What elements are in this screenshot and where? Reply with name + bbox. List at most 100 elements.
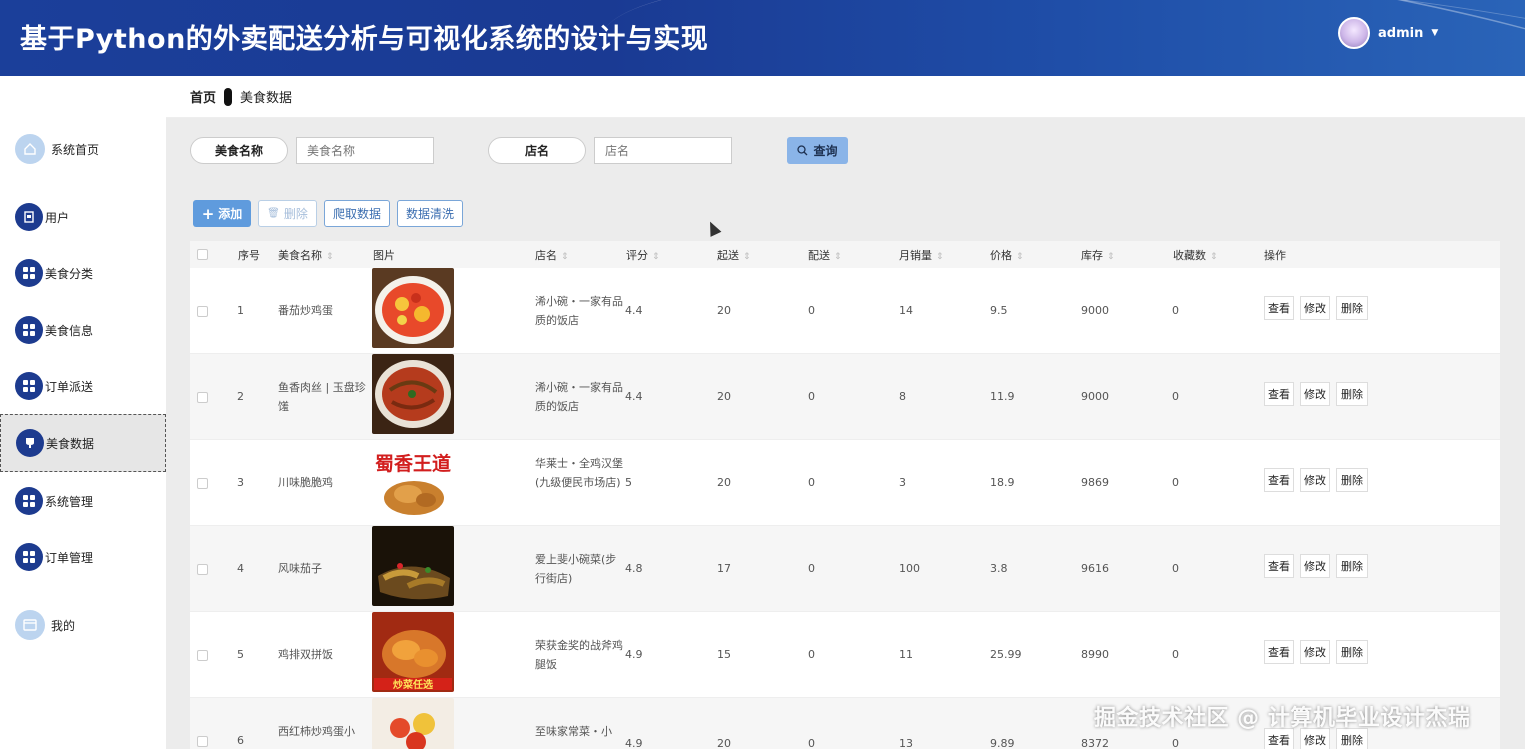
row-checkbox[interactable] (197, 478, 208, 489)
dish-image (372, 698, 454, 749)
row-checkbox[interactable] (197, 306, 208, 317)
header-index: 序号 (238, 249, 260, 262)
row-monthly-sales: 11 (899, 648, 913, 661)
sort-icon: ⇕ (1107, 252, 1115, 262)
edit-button[interactable]: 修改 (1300, 296, 1330, 320)
shop-name-label: 店名 (488, 137, 586, 164)
sidebar-item-system-management[interactable]: 系统管理 (0, 473, 166, 529)
edit-button[interactable]: 修改 (1300, 554, 1330, 578)
delete-row-button[interactable]: 删除 (1336, 554, 1368, 578)
row-food-name: 鸡排双拼饭 (278, 648, 333, 661)
sidebar-item-food-data[interactable]: 美食数据 (0, 414, 166, 472)
header-delivery[interactable]: 配送 ⇕ (808, 247, 842, 263)
sidebar-item-order-dispatch[interactable]: 订单派送 (0, 358, 166, 414)
edit-button[interactable]: 修改 (1300, 640, 1330, 664)
sidebar-item-food-category[interactable]: 美食分类 (0, 245, 166, 301)
edit-button[interactable]: 修改 (1300, 382, 1330, 406)
row-min-order: 20 (717, 476, 731, 489)
sidebar-item-food-info[interactable]: 美食信息 (0, 302, 166, 358)
home-icon (15, 134, 45, 164)
food-name-input[interactable] (296, 137, 434, 164)
row-rating: 4.9 (625, 737, 643, 749)
row-shop-name: 爱上斐小碗菜(步行街店) (535, 553, 617, 585)
sidebar-item-label: 系统管理 (45, 494, 94, 509)
main-content: 美食名称 店名 查询 + 添加 🗑 删除 爬取数据 数据清洗 序号 美食名称⇕ … (166, 118, 1525, 749)
sidebar-item-home[interactable]: 系统首页 (0, 121, 166, 177)
dish-image: 炒菜任选 (372, 612, 454, 692)
header-monthly-sales[interactable]: 月销量 ⇕ (899, 247, 944, 263)
sidebar-item-mine[interactable]: 我的 (0, 597, 166, 653)
header-min-order[interactable]: 起送 ⇕ (717, 247, 751, 263)
user-menu[interactable]: admin ▼ (1338, 17, 1438, 49)
sort-icon: ⇕ (326, 252, 334, 262)
sort-icon: ⇕ (561, 252, 569, 262)
row-monthly-sales: 8 (899, 390, 906, 403)
row-favorites: 0 (1172, 562, 1179, 575)
crawl-data-button[interactable]: 爬取数据 (324, 200, 390, 227)
sidebar-item-label: 订单管理 (45, 550, 94, 565)
clean-data-button[interactable]: 数据清洗 (397, 200, 463, 227)
delete-label: 删除 (283, 207, 308, 221)
shop-name-input[interactable] (594, 137, 732, 164)
row-checkbox[interactable] (197, 392, 208, 403)
row-price: 18.9 (990, 476, 1015, 489)
sidebar-item-label: 美食分类 (45, 266, 94, 281)
row-index: 3 (237, 476, 244, 489)
row-favorites: 0 (1172, 390, 1179, 403)
row-shop-name: 浠小碗・一家有品质的饭店 (535, 381, 623, 413)
cup-icon (16, 429, 44, 457)
avatar[interactable] (1338, 17, 1370, 49)
row-stock: 9000 (1081, 390, 1109, 403)
header-price[interactable]: 价格 ⇕ (990, 247, 1024, 263)
header-image: 图片 (373, 249, 395, 262)
search-icon (797, 145, 808, 156)
row-monthly-sales: 13 (899, 737, 913, 749)
select-all-checkbox[interactable] (197, 249, 208, 260)
food-name-label: 美食名称 (190, 137, 288, 164)
row-min-order: 20 (717, 737, 731, 749)
row-index: 1 (237, 304, 244, 317)
edit-button[interactable]: 修改 (1300, 468, 1330, 492)
caret-down-icon[interactable]: ▼ (1431, 28, 1438, 38)
sidebar-item-users[interactable]: 用户 (0, 189, 166, 245)
breadcrumb-home[interactable]: 首页 (190, 87, 216, 106)
row-checkbox[interactable] (197, 650, 208, 661)
view-button[interactable]: 查看 (1264, 296, 1294, 320)
sort-icon: ⇕ (652, 252, 660, 262)
table-row: 3 川味脆脆鸡 蜀香王道 华莱士・全鸡汉堡(九级便民市场店) 5 20 0 3 … (190, 440, 1500, 526)
row-shop-name: 浠小碗・一家有品质的饭店 (535, 295, 623, 327)
query-button[interactable]: 查询 (787, 137, 848, 164)
add-button[interactable]: + 添加 (193, 200, 251, 227)
header-stock[interactable]: 库存 ⇕ (1081, 247, 1115, 263)
delete-row-button[interactable]: 删除 (1336, 296, 1368, 320)
view-button[interactable]: 查看 (1264, 382, 1294, 406)
row-stock: 9000 (1081, 304, 1109, 317)
row-delivery: 0 (808, 562, 815, 575)
row-checkbox[interactable] (197, 736, 208, 747)
row-min-order: 15 (717, 648, 731, 661)
row-stock: 8372 (1081, 737, 1109, 749)
user-badge-icon (15, 203, 43, 231)
header-rating[interactable]: 评分 ⇕ (626, 247, 660, 263)
sidebar-item-label: 订单派送 (45, 379, 94, 394)
header-name[interactable]: 美食名称 ⇕ (278, 247, 334, 263)
header-favorites[interactable]: 收藏数 ⇕ (1173, 247, 1218, 263)
row-checkbox[interactable] (197, 564, 208, 575)
view-button[interactable]: 查看 (1264, 640, 1294, 664)
row-food-name: 番茄炒鸡蛋 (278, 304, 333, 317)
row-price: 9.89 (990, 737, 1015, 749)
header-shop[interactable]: 店名 ⇕ (535, 247, 569, 263)
row-food-name: 西红柿炒鸡蛋小 (278, 725, 355, 738)
dish-image: 蜀香王道 (372, 440, 454, 520)
sort-icon: ⇕ (1210, 252, 1218, 262)
delete-row-button[interactable]: 删除 (1336, 382, 1368, 406)
sidebar-item-order-management[interactable]: 订单管理 (0, 529, 166, 585)
view-button[interactable]: 查看 (1264, 468, 1294, 492)
delete-row-button[interactable]: 删除 (1336, 640, 1368, 664)
delete-row-button[interactable]: 删除 (1336, 468, 1368, 492)
delete-button[interactable]: 🗑 删除 (258, 200, 317, 227)
username[interactable]: admin (1378, 26, 1423, 41)
row-stock: 9869 (1081, 476, 1109, 489)
row-index: 2 (237, 390, 244, 403)
view-button[interactable]: 查看 (1264, 554, 1294, 578)
